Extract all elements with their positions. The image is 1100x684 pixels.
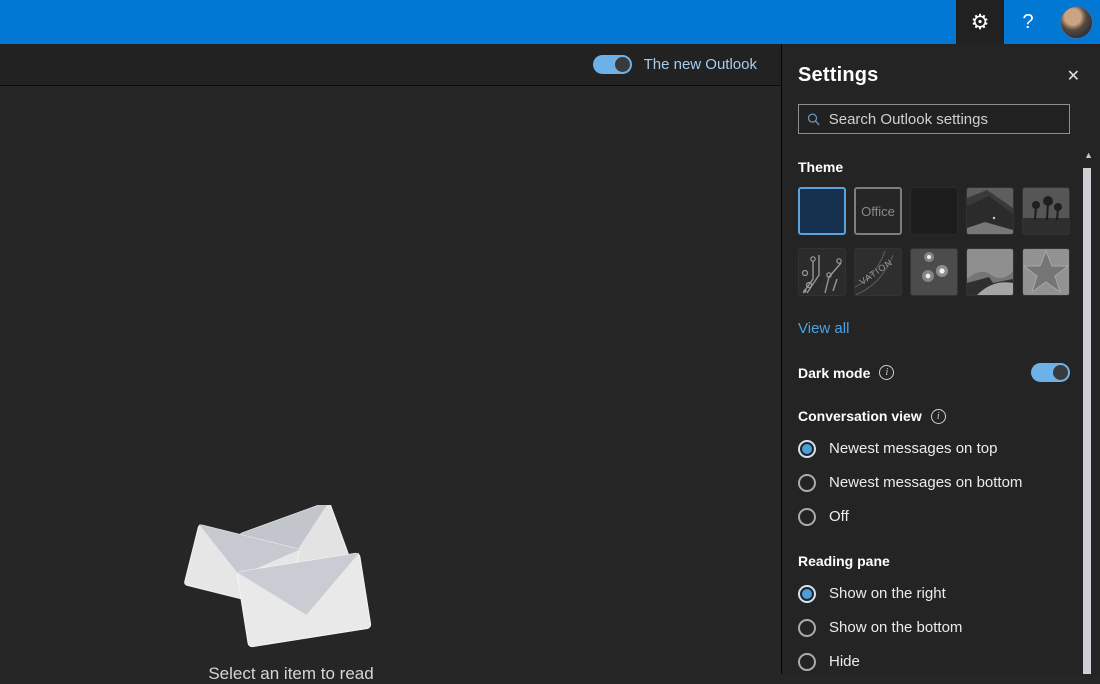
radio-hide[interactable]: Hide bbox=[798, 652, 1070, 671]
secondary-toolbar: The new Outlook bbox=[0, 44, 781, 86]
radio-conversation-off[interactable]: Off bbox=[798, 507, 1070, 526]
settings-search[interactable] bbox=[798, 104, 1070, 134]
theme-thumb-innovation[interactable]: VATION bbox=[854, 248, 902, 296]
info-icon[interactable]: i bbox=[931, 409, 946, 424]
theme-section-label: Theme bbox=[798, 159, 1070, 175]
radio-selected-icon bbox=[798, 440, 816, 458]
info-icon[interactable]: i bbox=[879, 365, 894, 380]
close-icon[interactable]: ✕ bbox=[1063, 64, 1084, 88]
gear-icon: ⚙ bbox=[971, 12, 990, 33]
theme-thumb-glow-lights[interactable] bbox=[910, 248, 958, 296]
empty-state-text: Select an item to read bbox=[0, 664, 582, 684]
search-icon bbox=[807, 112, 821, 127]
radio-label: Newest messages on bottom bbox=[829, 474, 1022, 491]
scrollbar-thumb[interactable] bbox=[1083, 168, 1091, 674]
avatar bbox=[1060, 6, 1093, 39]
theme-thumb-mountain[interactable] bbox=[966, 187, 1014, 235]
theme-thumbnail-grid: Office bbox=[798, 187, 1070, 296]
radio-show-on-right[interactable]: Show on the right bbox=[798, 584, 1070, 603]
radio-show-on-bottom[interactable]: Show on the bottom bbox=[798, 618, 1070, 637]
settings-search-input[interactable] bbox=[829, 111, 1061, 128]
office-theme-label: Office bbox=[861, 204, 895, 219]
radio-label: Hide bbox=[829, 653, 860, 670]
dark-mode-row: Dark mode i bbox=[798, 363, 1070, 382]
settings-panel: Settings ✕ Theme Office bbox=[781, 44, 1100, 674]
radio-label: Show on the right bbox=[829, 585, 946, 602]
theme-thumb-star[interactable] bbox=[1022, 248, 1070, 296]
radio-unselected-icon bbox=[798, 653, 816, 671]
conversation-view-label: Conversation view bbox=[798, 408, 922, 424]
new-outlook-toggle[interactable] bbox=[593, 55, 632, 74]
dark-mode-toggle[interactable] bbox=[1031, 363, 1070, 382]
settings-title: Settings bbox=[798, 64, 1070, 87]
reading-pane-label: Reading pane bbox=[798, 553, 1070, 569]
settings-gear-button[interactable]: ⚙ bbox=[956, 0, 1004, 44]
top-app-bar: ⚙ ? bbox=[0, 0, 1100, 44]
radio-unselected-icon bbox=[798, 474, 816, 492]
theme-thumb-dark-plain[interactable] bbox=[910, 187, 958, 235]
help-button[interactable]: ? bbox=[1004, 0, 1052, 44]
toggle-knob-icon bbox=[615, 57, 630, 72]
radio-selected-icon bbox=[798, 585, 816, 603]
radio-unselected-icon bbox=[798, 508, 816, 526]
help-icon: ? bbox=[1022, 11, 1033, 34]
envelopes-illustration bbox=[176, 505, 406, 655]
dark-mode-label: Dark mode bbox=[798, 365, 870, 381]
radio-label: Show on the bottom bbox=[829, 619, 962, 636]
radio-unselected-icon bbox=[798, 619, 816, 637]
theme-thumb-office[interactable]: Office bbox=[854, 187, 902, 235]
radio-label: Newest messages on top bbox=[829, 440, 997, 457]
theme-thumb-abstract-layers[interactable] bbox=[966, 248, 1014, 296]
scroll-up-icon[interactable]: ▲ bbox=[1084, 150, 1093, 160]
radio-newest-on-bottom[interactable]: Newest messages on bottom bbox=[798, 473, 1070, 492]
account-button[interactable] bbox=[1052, 0, 1100, 44]
radio-newest-on-top[interactable]: Newest messages on top bbox=[798, 439, 1070, 458]
theme-thumb-palm-trees[interactable] bbox=[1022, 187, 1070, 235]
conversation-view-header: Conversation view i bbox=[798, 408, 1070, 424]
theme-thumb-circuit-board[interactable] bbox=[798, 248, 846, 296]
toggle-knob-icon bbox=[1053, 365, 1068, 380]
theme-thumb-dark-blue[interactable] bbox=[798, 187, 846, 235]
new-outlook-label: The new Outlook bbox=[644, 56, 757, 73]
reading-pane-empty-state: Select an item to read bbox=[0, 87, 781, 674]
view-all-link[interactable]: View all bbox=[798, 320, 849, 337]
radio-label: Off bbox=[829, 508, 849, 525]
